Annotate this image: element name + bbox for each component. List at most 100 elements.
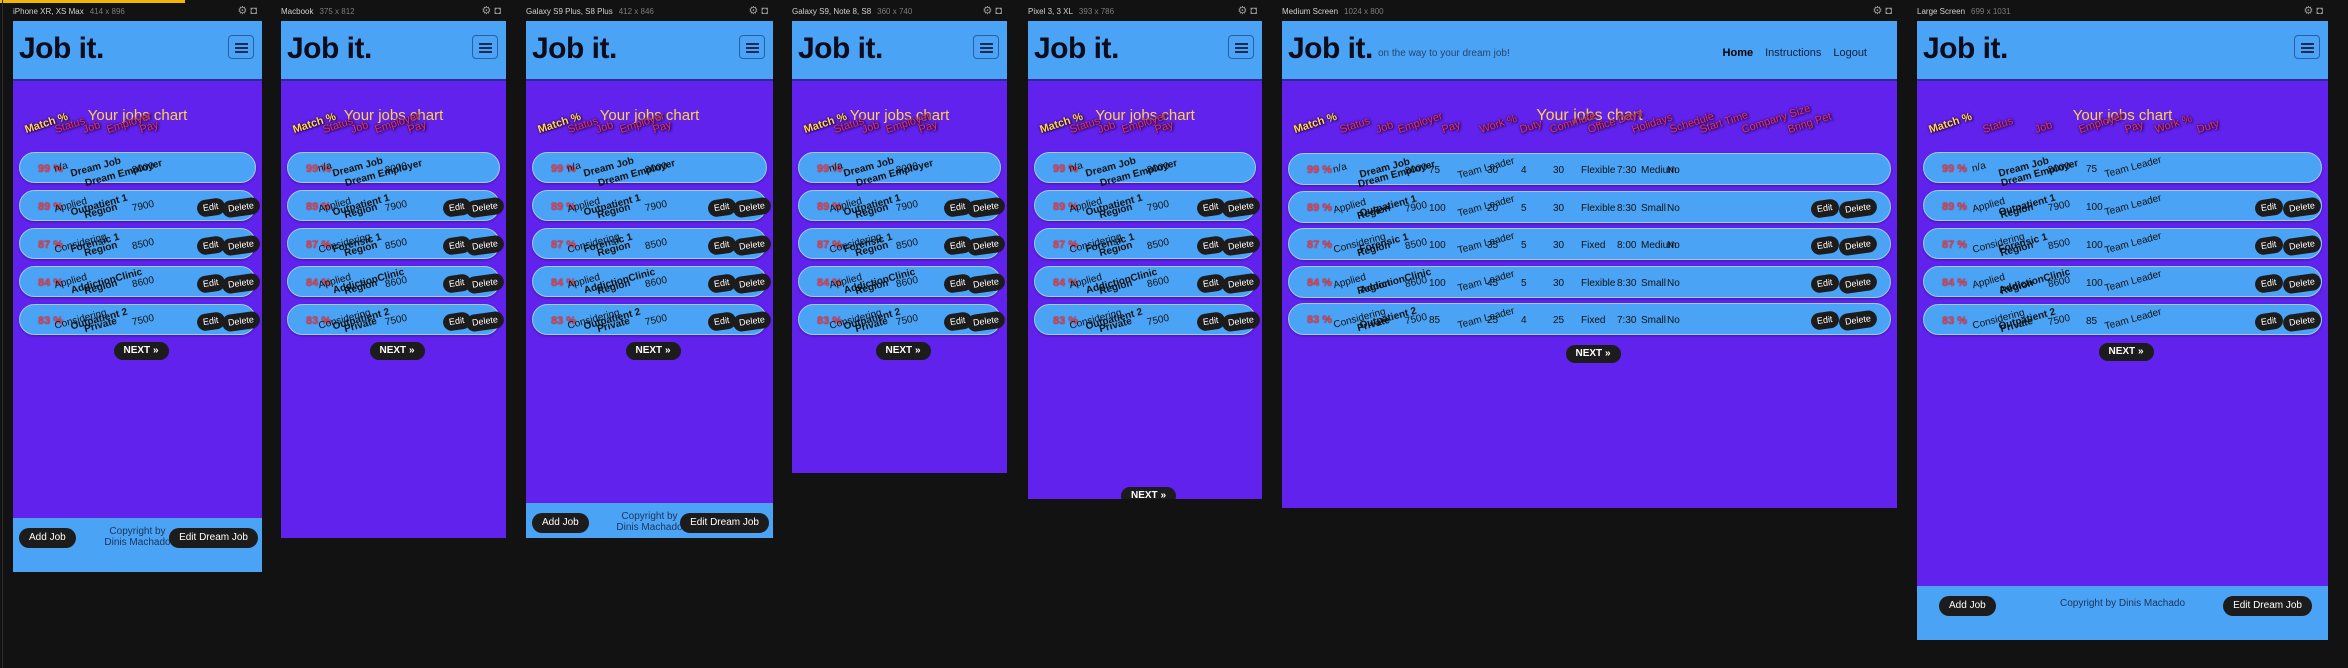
- job-row[interactable]: 84 % Applied AddictionClinic Region 8600 Edit…: [19, 266, 262, 297]
- delete-job-button[interactable]: Delete: [2282, 310, 2323, 333]
- job-row[interactable]: 87 % Considering Forensic 1 Region 8500 Edit D…: [798, 228, 1007, 259]
- delete-job-button[interactable]: Delete: [465, 272, 506, 295]
- delete-job-button[interactable]: Delete: [221, 234, 262, 257]
- settings-icon[interactable]: ⚙: [237, 5, 250, 17]
- job-row[interactable]: 89 % Applied Outpatient 1 Region 7900 100 Team…: [1923, 190, 2323, 221]
- job-row[interactable]: 99 % n/a Dream Job Dream Employer 8000: [19, 152, 256, 189]
- brand-logo[interactable]: Job it.: [532, 32, 617, 66]
- delete-job-button[interactable]: Delete: [221, 272, 262, 295]
- delete-job-button[interactable]: Delete: [1221, 310, 1262, 333]
- job-row[interactable]: 99 % n/a Dream Job Dream Employer 8000: [532, 152, 767, 189]
- settings-icon[interactable]: ⚙: [1237, 5, 1250, 17]
- settings-icon[interactable]: ⚙: [2303, 5, 2316, 17]
- delete-job-button[interactable]: Delete: [1221, 234, 1262, 257]
- edit-job-button[interactable]: Edit: [1809, 235, 1840, 256]
- next-page-button[interactable]: NEXT »: [113, 342, 169, 360]
- delete-job-button[interactable]: Delete: [1838, 271, 1879, 295]
- delete-job-button[interactable]: Delete: [221, 196, 262, 219]
- brand-logo[interactable]: Job it.: [1923, 32, 2008, 66]
- nav-instructions-link[interactable]: Instructions: [1765, 47, 1821, 59]
- job-row[interactable]: 83 % Considering Outpatient 2 Private 7500 Ed…: [1034, 304, 1262, 335]
- camera-icon[interactable]: ◘: [250, 5, 260, 17]
- camera-icon[interactable]: ◘: [761, 5, 771, 17]
- delete-job-button[interactable]: Delete: [2282, 196, 2323, 219]
- hamburger-menu-button[interactable]: [973, 35, 999, 59]
- job-row[interactable]: 89 % Applied Outpatient 1 Region 7900 Edit Del…: [1034, 190, 1262, 221]
- job-row[interactable]: 99 % n/a Dream Job Dream Employer 8000: [798, 152, 1001, 189]
- delete-job-button[interactable]: Delete: [732, 310, 773, 333]
- edit-dream-job-button[interactable]: Edit Dream Job: [2223, 596, 2312, 616]
- delete-job-button[interactable]: Delete: [966, 234, 1007, 257]
- brand-logo[interactable]: Job it.: [798, 32, 883, 66]
- job-row[interactable]: 87 % Considering Forensic 1 Region 8500 Edit D…: [19, 228, 262, 259]
- edit-job-button[interactable]: Edit: [1809, 310, 1840, 331]
- edit-job-button[interactable]: Edit: [2253, 273, 2284, 294]
- job-row[interactable]: 89 % Applied Outpatient 1 Region 7900 100 Team…: [1288, 190, 1891, 223]
- job-row[interactable]: 99 % n/a Dream Job Dream Employer 8000: [1034, 152, 1256, 189]
- job-row[interactable]: 87 % Considering Forensic 1 Region 8500 Edit D…: [532, 228, 773, 259]
- delete-job-button[interactable]: Delete: [1838, 234, 1879, 257]
- job-row[interactable]: 83 % Considering Outpatient 2 Private 7500 85…: [1923, 304, 2323, 335]
- next-page-button[interactable]: NEXT »: [2098, 343, 2154, 361]
- delete-job-button[interactable]: Delete: [465, 196, 506, 219]
- job-row[interactable]: 99 % n/a Dream Job Dream Employer 8000: [287, 152, 500, 189]
- delete-job-button[interactable]: Delete: [2282, 272, 2323, 295]
- next-page-button[interactable]: NEXT »: [625, 342, 681, 360]
- delete-job-button[interactable]: Delete: [966, 310, 1007, 333]
- job-row[interactable]: 89 % Applied Outpatient 1 Region 7900 Edit Del…: [798, 190, 1007, 221]
- edit-job-button[interactable]: Edit: [2253, 197, 2284, 218]
- job-row[interactable]: 87 % Considering Forensic 1 Region 8500 100 Te…: [1288, 228, 1891, 260]
- delete-job-button[interactable]: Delete: [1221, 196, 1262, 219]
- delete-job-button[interactable]: Delete: [732, 272, 773, 295]
- job-row[interactable]: 87 % Considering Forensic 1 Region 8500 100 Te…: [1923, 228, 2323, 259]
- edit-job-button[interactable]: Edit: [2253, 311, 2284, 332]
- delete-job-button[interactable]: Delete: [1221, 272, 1262, 295]
- job-row[interactable]: 84 % Applied AddictionClinic Region 8600 100 T…: [1288, 265, 1891, 298]
- delete-job-button[interactable]: Delete: [1838, 309, 1879, 332]
- job-row[interactable]: 84 % Applied AddictionClinic Region 8600 Edit…: [287, 266, 506, 297]
- job-row[interactable]: 83 % Considering Outpatient 2 Private 7500 Ed…: [19, 304, 262, 335]
- delete-job-button[interactable]: Delete: [2282, 234, 2323, 257]
- job-row[interactable]: 84 % Applied AddictionClinic Region 8600 100 T…: [1923, 266, 2323, 297]
- next-page-button[interactable]: NEXT »: [1121, 487, 1177, 499]
- brand-logo[interactable]: Job it.: [19, 32, 104, 66]
- edit-job-button[interactable]: Edit: [1809, 197, 1840, 219]
- camera-icon[interactable]: ◘: [1250, 5, 1260, 17]
- hamburger-menu-button[interactable]: [472, 35, 498, 59]
- job-row[interactable]: 99 % n/a Dream Job Dream Employer 8000 75 Team…: [1923, 152, 2322, 189]
- hamburger-menu-button[interactable]: [2294, 35, 2320, 59]
- job-row[interactable]: 83 % Considering Outpatient 2 Private 7500 Ed…: [532, 304, 773, 335]
- job-row[interactable]: 89 % Applied Outpatient 1 Region 7900 Edit Del…: [19, 190, 262, 221]
- camera-icon[interactable]: ◘: [494, 5, 504, 17]
- brand-logo[interactable]: Job it.: [1034, 32, 1119, 66]
- delete-job-button[interactable]: Delete: [732, 196, 773, 219]
- job-row[interactable]: 83 % Considering Outpatient 2 Private 7500 85…: [1288, 303, 1891, 335]
- delete-job-button[interactable]: Delete: [1838, 196, 1879, 220]
- next-page-button[interactable]: NEXT »: [369, 342, 425, 360]
- delete-job-button[interactable]: Delete: [732, 234, 773, 257]
- settings-icon[interactable]: ⚙: [748, 5, 761, 17]
- delete-job-button[interactable]: Delete: [465, 310, 506, 333]
- job-row[interactable]: 83 % Considering Outpatient 2 Private 7500 Ed…: [287, 304, 506, 335]
- nav-logout-link[interactable]: Logout: [1833, 47, 1867, 59]
- brand-logo[interactable]: Job it.: [287, 32, 372, 66]
- delete-job-button[interactable]: Delete: [966, 272, 1007, 295]
- job-row[interactable]: 87 % Considering Forensic 1 Region 8500 Edit D…: [287, 228, 506, 259]
- edit-dream-job-button[interactable]: Edit Dream Job: [169, 528, 258, 548]
- next-page-button[interactable]: NEXT »: [875, 342, 931, 360]
- job-row[interactable]: 84 % Applied AddictionClinic Region 8600 Edit…: [532, 266, 773, 297]
- camera-icon[interactable]: ◘: [995, 5, 1005, 17]
- delete-job-button[interactable]: Delete: [221, 310, 262, 333]
- hamburger-menu-button[interactable]: [228, 35, 254, 59]
- edit-job-button[interactable]: Edit: [2253, 235, 2284, 256]
- delete-job-button[interactable]: Delete: [465, 234, 506, 257]
- job-row[interactable]: 89 % Applied Outpatient 1 Region 7900 Edit Del…: [287, 190, 506, 221]
- hamburger-menu-button[interactable]: [1228, 35, 1254, 59]
- settings-icon[interactable]: ⚙: [1872, 5, 1885, 17]
- hamburger-menu-button[interactable]: [739, 35, 765, 59]
- settings-icon[interactable]: ⚙: [481, 5, 494, 17]
- job-row[interactable]: 99 % n/a Dream Job Dream Employer 8000 75 Team…: [1288, 153, 1891, 190]
- settings-icon[interactable]: ⚙: [982, 5, 995, 17]
- job-row[interactable]: 89 % Applied Outpatient 1 Region 7900 Edit Del…: [532, 190, 773, 221]
- edit-job-button[interactable]: Edit: [1809, 272, 1840, 294]
